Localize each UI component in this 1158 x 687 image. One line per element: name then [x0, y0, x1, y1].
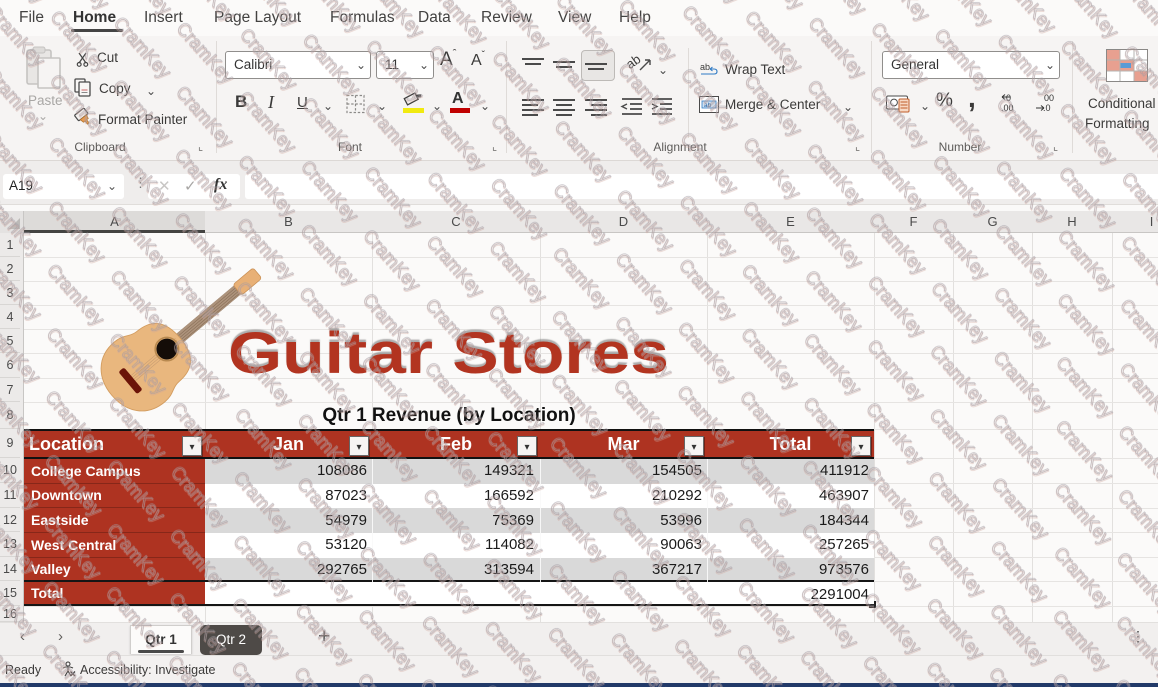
svg-text:ab: ab [700, 62, 710, 72]
svg-text:.00: .00 [1001, 103, 1014, 113]
svg-text:ab: ab [704, 102, 712, 109]
svg-text:.0: .0 [1043, 103, 1051, 113]
svg-text:00: 00 [1044, 93, 1054, 103]
svg-text:0: 0 [1006, 93, 1011, 103]
